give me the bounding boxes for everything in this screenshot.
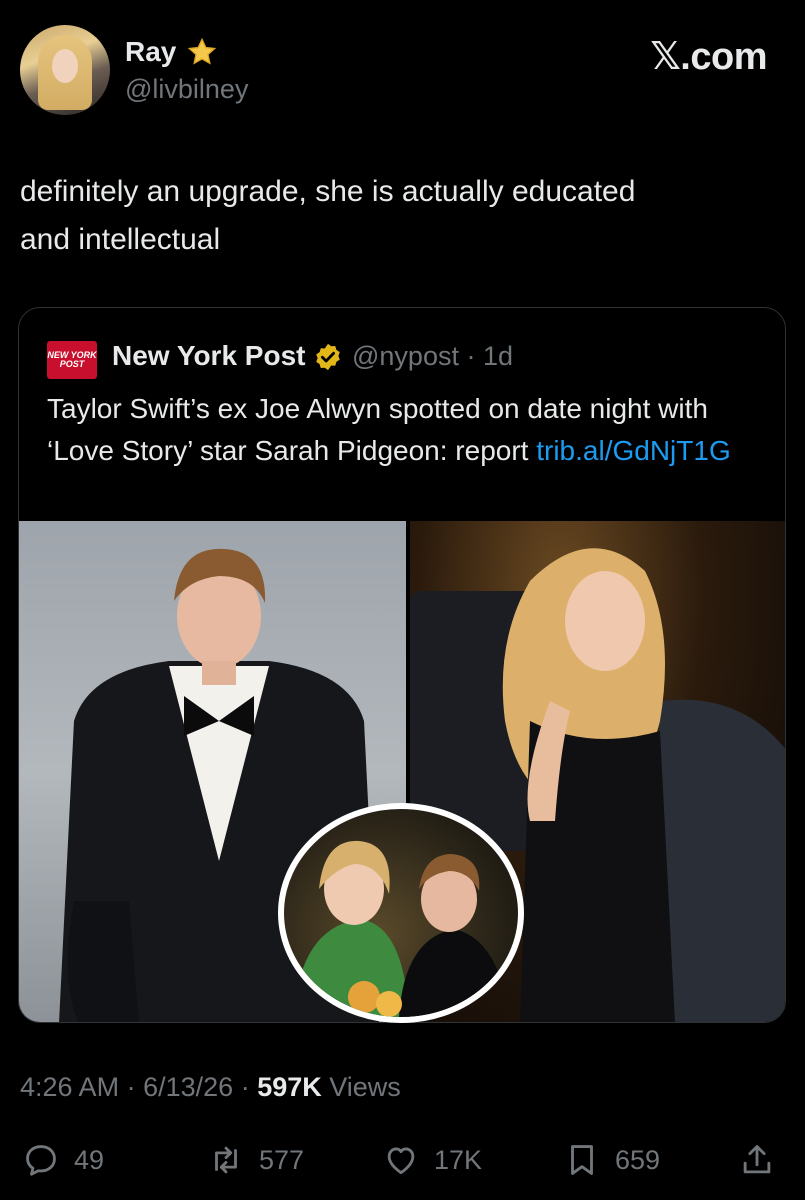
tweet-meta: 4:26 AM · 6/13/26 · 597K Views	[20, 1072, 401, 1103]
repost-icon	[215, 1146, 237, 1174]
views-label: Views	[329, 1072, 401, 1102]
star-icon	[187, 37, 217, 65]
repost-count: 577	[259, 1144, 305, 1175]
tweet-text-line-2: and intellectual	[20, 223, 221, 256]
bookmark-icon	[571, 1145, 593, 1175]
share-icon	[743, 1145, 771, 1174]
bookmark-button[interactable]: 659	[563, 1140, 660, 1180]
repost-button[interactable]: 577	[207, 1140, 304, 1180]
views-count: 597K	[257, 1072, 322, 1102]
nypost-logo: NEW YORK POST	[47, 341, 97, 379]
action-bar: 49 577 17K 659	[0, 1130, 805, 1190]
gold-check-icon	[316, 343, 340, 371]
quoted-author-name[interactable]: New York Post	[112, 340, 305, 372]
quoted-link[interactable]: trib.al/GdNjT1G	[536, 435, 731, 466]
reply-count: 49	[74, 1144, 105, 1175]
nypost-logo-text: NEW YORK POST	[47, 350, 97, 369]
user-handle[interactable]: @livbilney	[125, 74, 248, 105]
x-com-logo: 𝕏.com	[650, 36, 767, 78]
inset-photo-couple[interactable]	[278, 803, 524, 1023]
tweet-screenshot: Ray @livbilney 𝕏.com definitely an upgra…	[0, 0, 805, 1200]
reply-icon	[26, 1145, 56, 1176]
bookmark-count: 659	[615, 1144, 661, 1175]
like-button[interactable]: 17K	[382, 1140, 482, 1180]
quoted-handle-time[interactable]: @nypost · 1d	[352, 341, 513, 372]
inset-illustration	[294, 840, 509, 1017]
quoted-tweet-text: Taylor Swift’s ex Joe Alwyn spotted on d…	[47, 388, 767, 472]
tweet-date[interactable]: 6/13/26	[143, 1072, 233, 1102]
tweet-text-line-1: definitely an upgrade, she is actually e…	[20, 175, 636, 208]
avatar-face	[52, 49, 78, 83]
share-button[interactable]	[738, 1140, 790, 1180]
tweet-time[interactable]: 4:26 AM	[20, 1072, 119, 1102]
avatar[interactable]	[20, 25, 110, 115]
tweet-text: definitely an upgrade, she is actually e…	[20, 168, 780, 264]
reply-button[interactable]: 49	[22, 1140, 104, 1180]
meta-separator: ·	[126, 1072, 144, 1102]
like-count: 17K	[434, 1144, 483, 1175]
display-name[interactable]: Ray	[125, 36, 176, 68]
heart-icon	[387, 1147, 415, 1175]
meta-separator: ·	[240, 1072, 258, 1102]
